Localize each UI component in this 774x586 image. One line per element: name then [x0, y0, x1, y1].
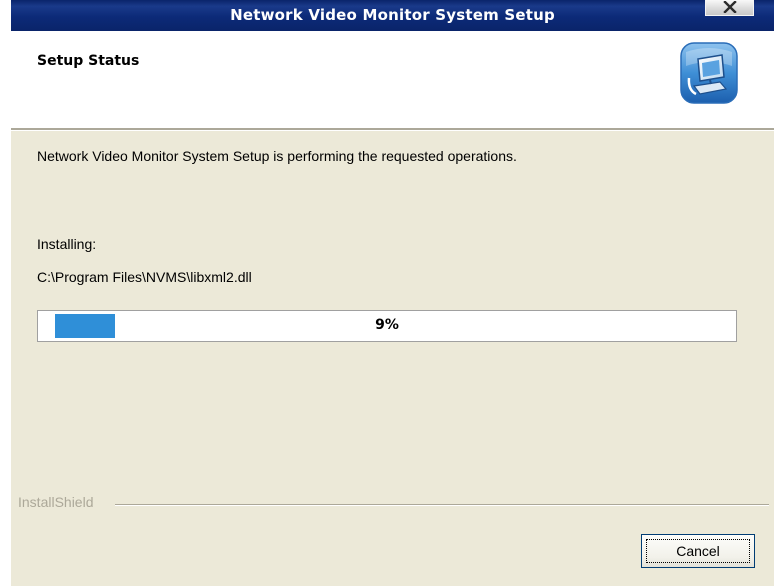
computer-setup-icon — [680, 42, 738, 104]
header-banner: Setup Status — [11, 31, 774, 128]
window-title: Network Video Monitor System Setup — [230, 6, 555, 24]
progress-bar: 9% — [37, 310, 737, 342]
close-icon — [722, 0, 737, 13]
current-file-path: C:\Program Files\NVMS\libxml2.dll — [37, 269, 252, 285]
installing-label: Installing: — [37, 236, 97, 252]
status-message: Network Video Monitor System Setup is pe… — [37, 148, 517, 164]
cancel-button[interactable]: Cancel — [641, 534, 755, 568]
window-left-edge — [0, 0, 11, 586]
installshield-brand: InstallShield — [18, 494, 94, 510]
close-button[interactable] — [705, 0, 754, 16]
focus-rectangle — [646, 539, 750, 563]
setup-window: Network Video Monitor System Setup Setup… — [0, 0, 774, 586]
progress-percent: 9% — [375, 317, 399, 333]
footer-divider — [115, 504, 769, 506]
page-title: Setup Status — [37, 53, 140, 69]
title-bar[interactable]: Network Video Monitor System Setup — [11, 0, 774, 31]
dialog-body: Network Video Monitor System Setup is pe… — [11, 131, 774, 586]
